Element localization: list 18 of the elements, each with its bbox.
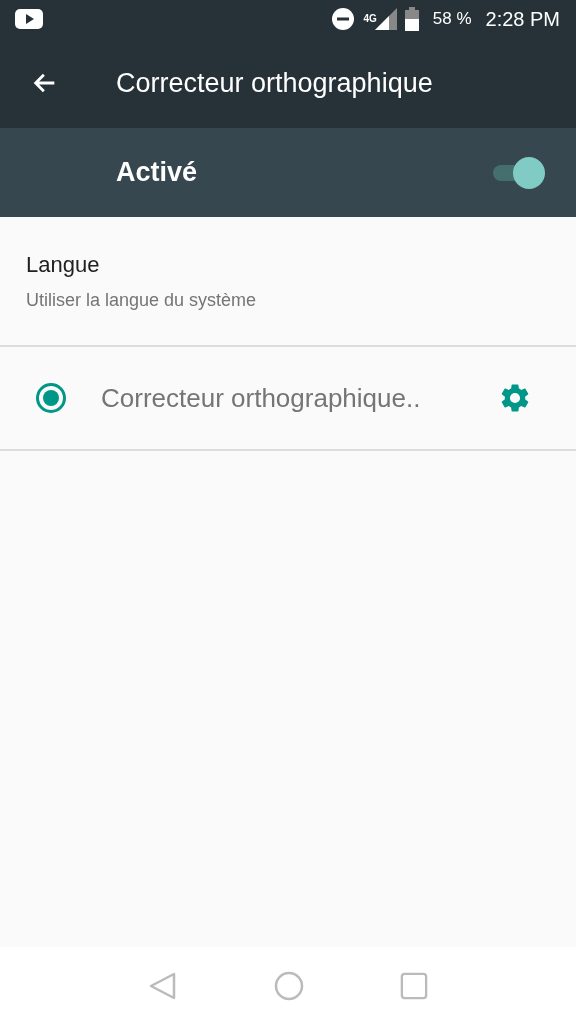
- switch-label: Activé: [116, 157, 198, 188]
- setting-title: Langue: [26, 251, 101, 278]
- spell-checker-option[interactable]: Correcteur orthographique..: [0, 347, 576, 451]
- language-setting[interactable]: Langue Utiliser la langue du système: [0, 217, 576, 347]
- do-not-disturb-icon: [331, 7, 356, 31]
- option-label: Correcteur orthographique..: [101, 382, 421, 414]
- setting-summary: Utiliser la langue du système: [26, 289, 258, 311]
- home-nav-icon[interactable]: [274, 970, 304, 1001]
- radio-button[interactable]: [35, 382, 67, 414]
- screen-title: Correcteur orthographique: [116, 67, 433, 99]
- network-type: 4G: [363, 13, 377, 24]
- video-app-icon: [15, 9, 43, 29]
- clock: 2:28 PM: [485, 7, 560, 31]
- battery-icon: [404, 7, 419, 31]
- toggle-switch[interactable]: [493, 156, 545, 189]
- battery-percent: 58 %: [432, 9, 472, 29]
- back-nav-icon[interactable]: [148, 970, 178, 1001]
- recents-nav-icon[interactable]: [400, 971, 428, 1000]
